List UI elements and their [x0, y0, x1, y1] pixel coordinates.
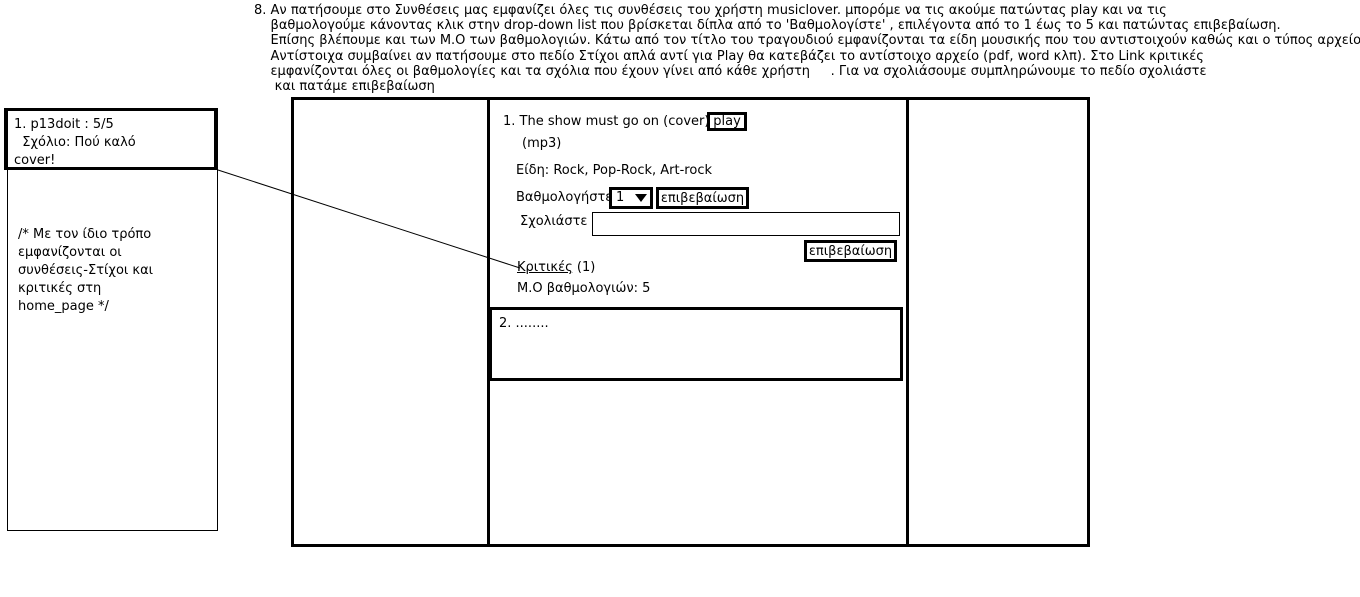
- connector-line-layer: [217, 169, 521, 269]
- connector-line: [217, 169, 521, 269]
